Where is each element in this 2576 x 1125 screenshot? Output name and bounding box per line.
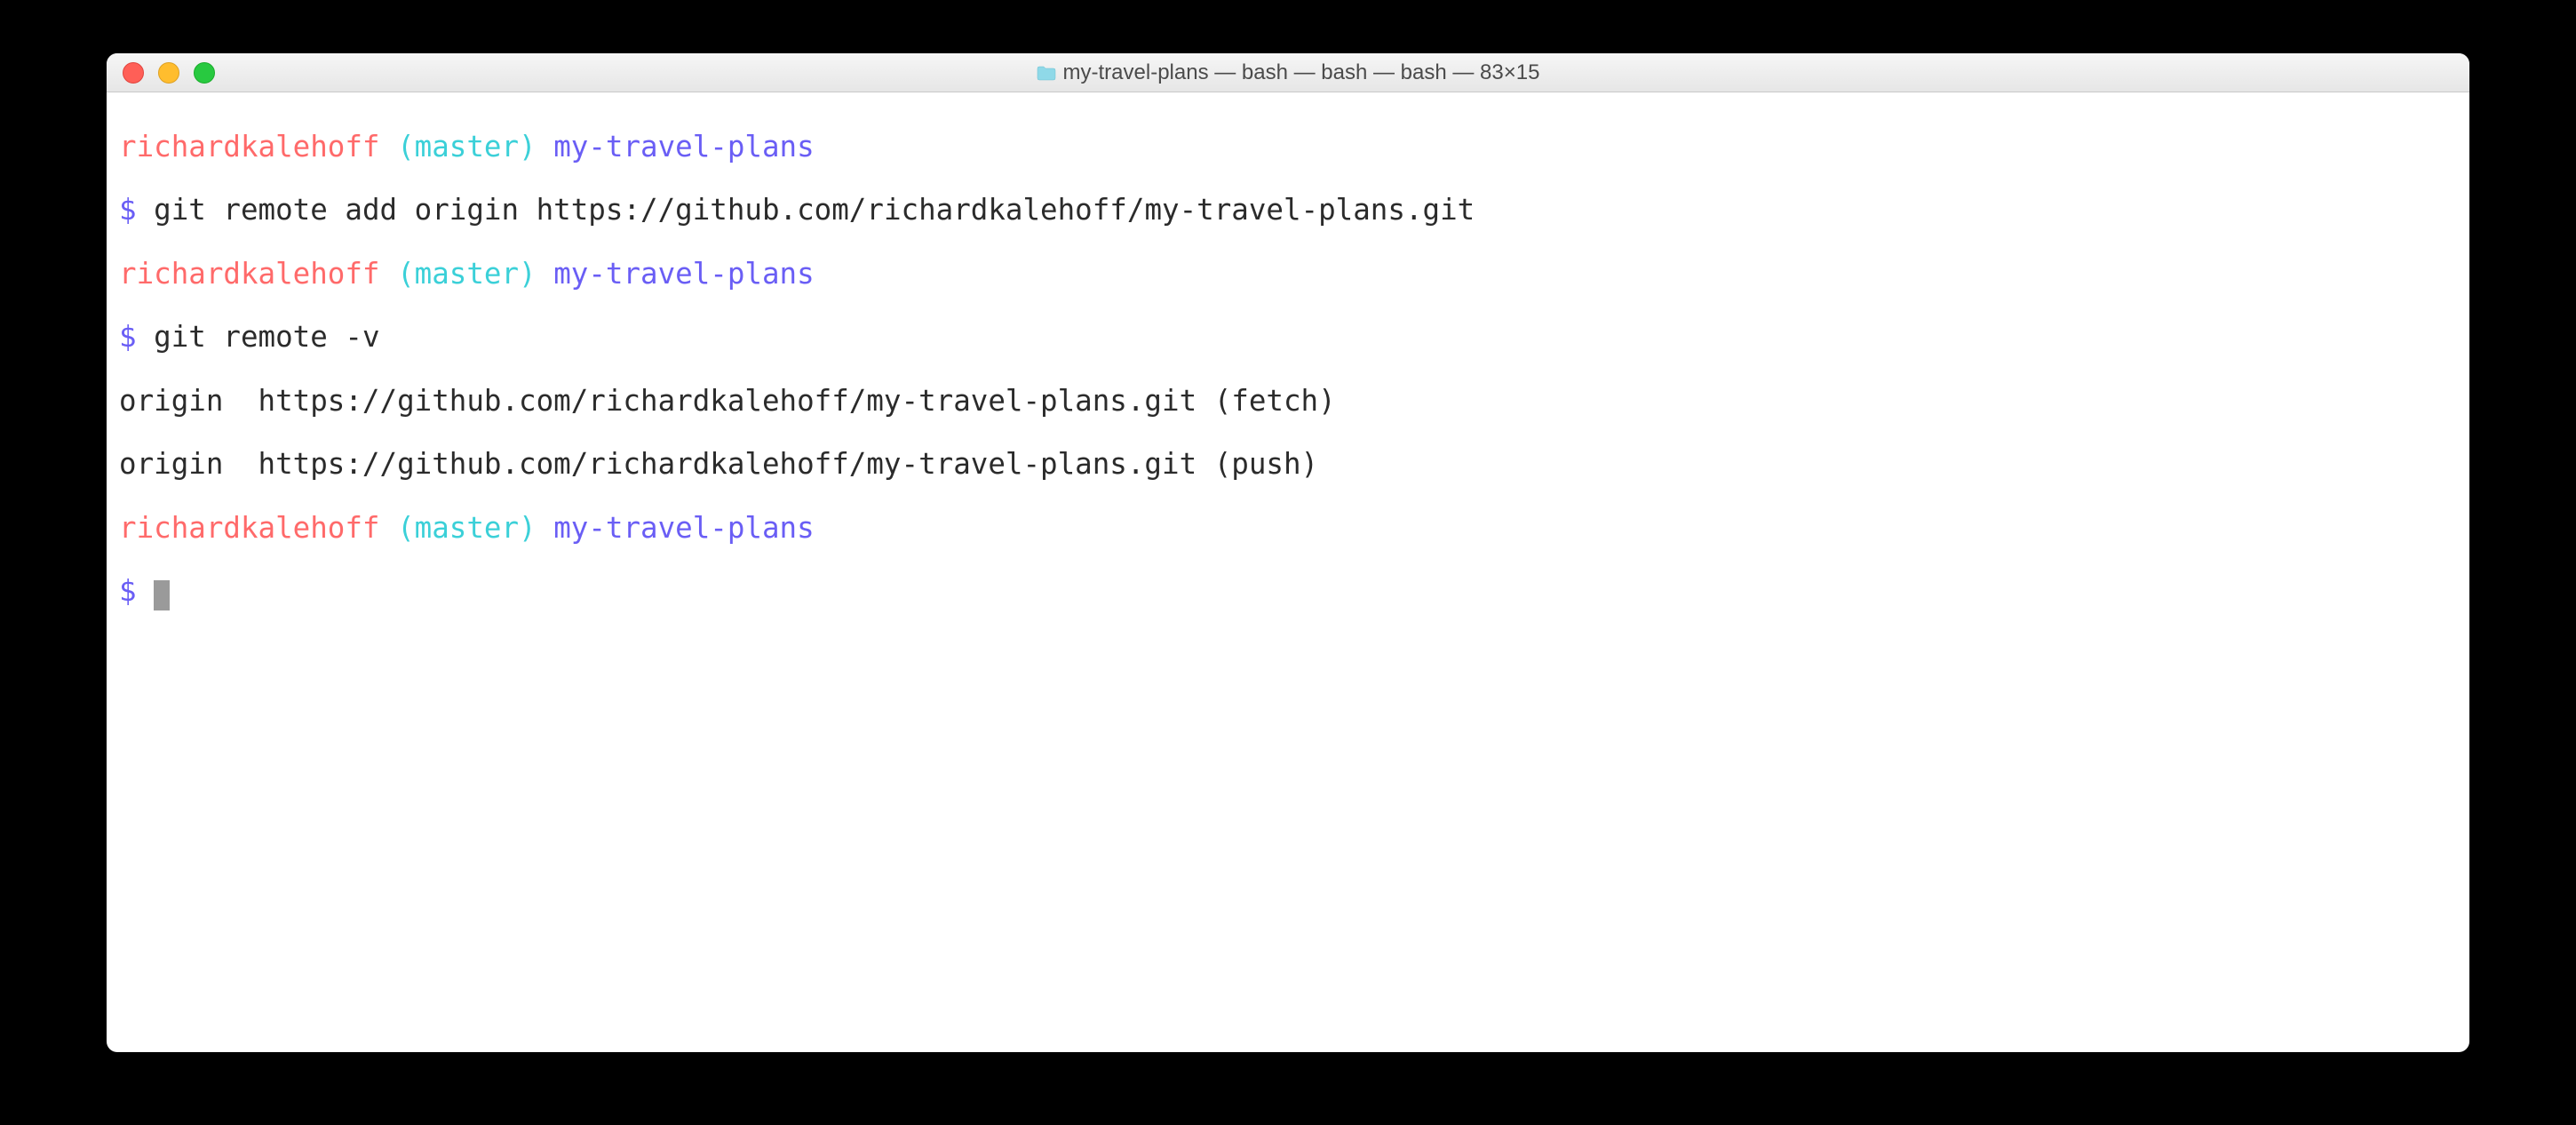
window-title: my-travel-plans — bash — bash — bash — 8… [107, 60, 2469, 85]
prompt-open-paren: ( [380, 130, 415, 164]
prompt-line: richardkalehoff (master) my-travel-plans [119, 132, 2457, 164]
prompt-symbol: $ [119, 320, 154, 354]
prompt-branch: master [415, 130, 519, 164]
prompt-close-paren: ) [519, 257, 553, 291]
prompt-line: richardkalehoff (master) my-travel-plans [119, 259, 2457, 291]
prompt-dir: my-travel-plans [553, 257, 815, 291]
prompt-symbol: $ [119, 574, 154, 608]
prompt-user: richardkalehoff [119, 511, 380, 545]
prompt-symbol: $ [119, 193, 154, 227]
prompt-user: richardkalehoff [119, 130, 380, 164]
command-line: $ git remote add origin https://github.c… [119, 195, 2457, 227]
window-controls [107, 62, 215, 84]
titlebar[interactable]: my-travel-plans — bash — bash — bash — 8… [107, 53, 2469, 92]
prompt-open-paren: ( [380, 257, 415, 291]
terminal-body[interactable]: richardkalehoff (master) my-travel-plans… [107, 92, 2469, 1052]
close-icon[interactable] [123, 62, 144, 84]
prompt-open-paren: ( [380, 511, 415, 545]
minimize-icon[interactable] [158, 62, 179, 84]
prompt-input-line[interactable]: $ [119, 576, 2457, 608]
output-line: origin https://github.com/richardkalehof… [119, 449, 2457, 481]
prompt-branch: master [415, 511, 519, 545]
command-line: $ git remote -v [119, 322, 2457, 354]
folder-icon [1037, 65, 1056, 81]
prompt-close-paren: ) [519, 130, 553, 164]
zoom-icon[interactable] [194, 62, 215, 84]
prompt-dir: my-travel-plans [553, 130, 815, 164]
prompt-close-paren: ) [519, 511, 553, 545]
window-title-text: my-travel-plans — bash — bash — bash — 8… [1063, 60, 1540, 85]
command-text: git remote -v [154, 320, 379, 354]
cursor-icon [154, 580, 170, 610]
prompt-line: richardkalehoff (master) my-travel-plans [119, 513, 2457, 545]
prompt-dir: my-travel-plans [553, 511, 815, 545]
output-line: origin https://github.com/richardkalehof… [119, 386, 2457, 418]
prompt-user: richardkalehoff [119, 257, 380, 291]
command-text: git remote add origin https://github.com… [154, 193, 1475, 227]
terminal-window: my-travel-plans — bash — bash — bash — 8… [107, 53, 2469, 1052]
prompt-branch: master [415, 257, 519, 291]
